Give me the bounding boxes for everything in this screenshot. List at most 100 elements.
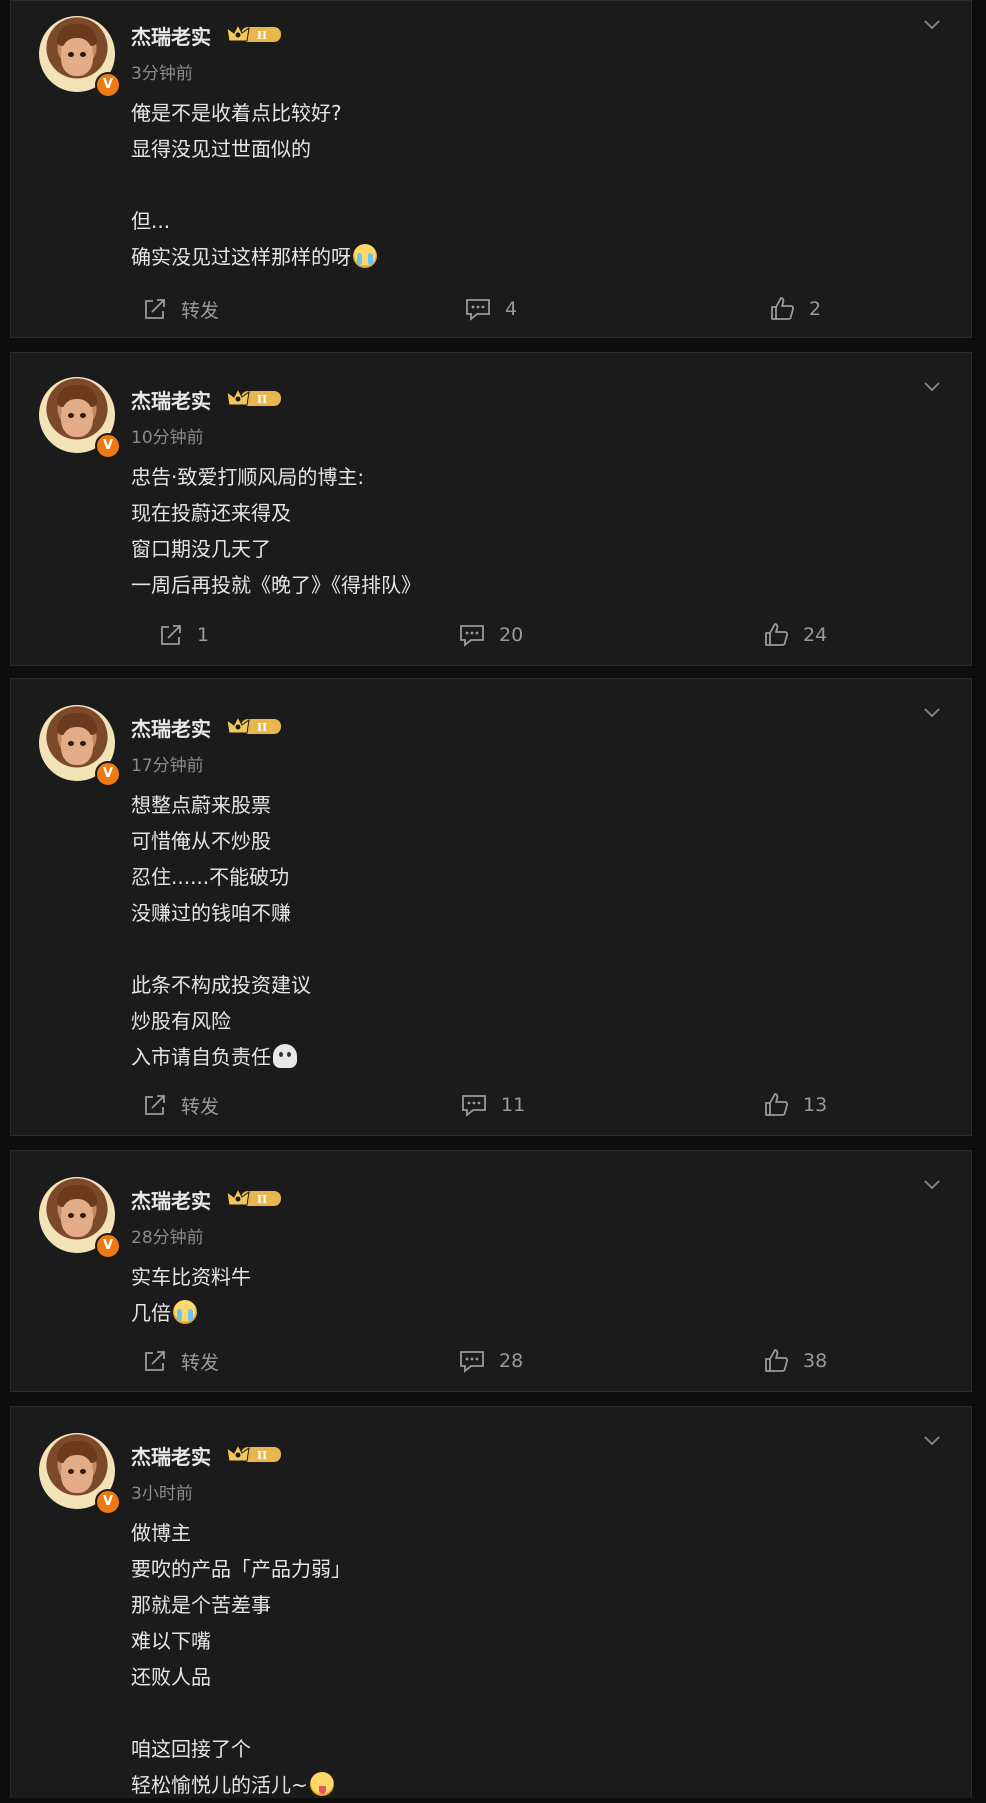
content-line: 窗口期没几天了 xyxy=(131,537,271,561)
svg-text:II: II xyxy=(257,393,267,406)
content-line: 几倍 xyxy=(131,1301,171,1325)
post-card: V 杰瑞老实 II 28分钟前 实车比资料牛 几倍 转发 28 38 xyxy=(10,1150,972,1392)
like-count: 38 xyxy=(803,1350,828,1372)
post-time: 3分钟前 xyxy=(131,64,193,84)
svg-text:II: II xyxy=(257,721,267,734)
post-content: 忠告·致爱打顺风局的博主: 现在投蔚还来得及 窗口期没几天了 一周后再投就《晚了… xyxy=(131,459,421,603)
like-button[interactable]: 2 xyxy=(769,291,821,327)
comment-count: 11 xyxy=(501,1094,526,1116)
chevron-down-icon[interactable] xyxy=(923,377,941,395)
comment-count: 20 xyxy=(499,624,524,646)
action-bar: 转发 4 2 xyxy=(11,291,971,327)
comment-count: 4 xyxy=(505,298,518,320)
repost-button[interactable]: 转发 xyxy=(143,291,219,327)
post-time: 3小时前 xyxy=(131,1484,193,1504)
post-content: 想整点蔚来股票 可惜俺从不炒股 忍住......不能破功 没赚过的钱咱不赚 此条… xyxy=(131,787,311,1075)
crown-level-badge-icon: II xyxy=(226,715,281,734)
like-count: 2 xyxy=(809,298,822,320)
comment-icon xyxy=(466,299,490,321)
post-content: 做博主 要吹的产品「产品力弱」 那就是个苦差事 难以下嘴 还败人品 咱这回接了个… xyxy=(131,1515,351,1803)
content-line: 咱这回接了个 xyxy=(131,1737,251,1761)
content-line: 炒股有风险 xyxy=(131,1009,231,1033)
share-icon xyxy=(145,1095,165,1115)
action-bar: 转发 11 13 xyxy=(11,1087,971,1123)
verified-badge: V xyxy=(95,1233,121,1259)
comment-button[interactable]: 11 xyxy=(461,1087,525,1123)
content-line: 难以下嘴 xyxy=(131,1629,211,1653)
content-line: 入市请自负责任 xyxy=(131,1045,271,1069)
thumbs-up-icon xyxy=(765,623,789,646)
content-line: 现在投蔚还来得及 xyxy=(131,501,291,525)
post-card: V 杰瑞老实 II 17分钟前 想整点蔚来股票 可惜俺从不炒股 忍住......… xyxy=(10,678,972,1136)
content-line: 但... xyxy=(131,209,171,233)
content-line xyxy=(131,167,377,203)
like-button[interactable]: 13 xyxy=(763,1087,827,1123)
comment-icon xyxy=(460,1351,484,1373)
comment-button[interactable]: 20 xyxy=(459,617,523,653)
chevron-down-icon[interactable] xyxy=(923,1175,941,1193)
avatar[interactable]: V xyxy=(39,705,121,787)
content-line xyxy=(131,931,311,967)
thumbs-up-icon xyxy=(771,297,795,320)
like-button[interactable]: 24 xyxy=(763,617,827,653)
post-content: 实车比资料牛 几倍 xyxy=(131,1259,251,1331)
content-line: 想整点蔚来股票 xyxy=(131,793,271,817)
verified-badge: V xyxy=(95,72,121,98)
post-card: V 杰瑞老实 II 10分钟前 忠告·致爱打顺风局的博主: 现在投蔚还来得及 窗… xyxy=(10,352,972,666)
comment-icon xyxy=(462,1095,486,1117)
svg-text:II: II xyxy=(257,29,267,42)
verified-badge: V xyxy=(95,1489,121,1515)
chevron-down-icon[interactable] xyxy=(923,1431,941,1449)
like-count: 13 xyxy=(803,1094,828,1116)
avatar[interactable]: V xyxy=(39,16,121,98)
avatar[interactable]: V xyxy=(39,377,121,459)
post-card: V 杰瑞老实 II 3分钟前 俺是不是收着点比较好? 显得没见过世面似的 但..… xyxy=(10,0,972,338)
comment-button[interactable]: 28 xyxy=(459,1343,523,1379)
content-line: 显得没见过世面似的 xyxy=(131,137,311,161)
repost-count: 1 xyxy=(197,624,210,646)
svg-text:II: II xyxy=(257,1193,267,1206)
like-button[interactable]: 38 xyxy=(763,1343,827,1379)
content-line: 忠告·致爱打顺风局的博主: xyxy=(131,465,365,489)
content-line: 此条不构成投资建议 xyxy=(131,973,311,997)
author-name[interactable]: 杰瑞老实 xyxy=(131,1441,211,1470)
author-name[interactable]: 杰瑞老实 xyxy=(131,385,211,414)
crown-level-badge-icon: II xyxy=(226,387,281,406)
post-time: 28分钟前 xyxy=(131,1228,204,1248)
crying-emoji xyxy=(353,244,377,268)
ghost-emoji xyxy=(273,1044,297,1068)
thumbs-up-icon xyxy=(765,1093,789,1116)
content-line: 可惜俺从不炒股 xyxy=(131,829,271,853)
chevron-down-icon[interactable] xyxy=(923,15,941,33)
repost-label: 转发 xyxy=(181,1351,220,1374)
repost-button[interactable]: 转发 xyxy=(143,1087,219,1123)
avatar[interactable]: V xyxy=(39,1433,121,1515)
repost-button[interactable]: 1 xyxy=(159,617,209,653)
action-bar: 转发 28 38 xyxy=(11,1343,971,1379)
post-content: 俺是不是收着点比较好? 显得没见过世面似的 但... 确实没见过这样那样的呀 xyxy=(131,95,377,275)
share-icon xyxy=(145,1351,165,1371)
comment-count: 28 xyxy=(499,1350,524,1372)
chevron-down-icon[interactable] xyxy=(923,703,941,721)
crown-level-badge-icon: II xyxy=(226,1187,281,1206)
avatar[interactable]: V xyxy=(39,1177,121,1259)
content-line: 还败人品 xyxy=(131,1665,211,1689)
content-line: 轻松愉悦儿的活儿~ xyxy=(131,1773,308,1797)
content-line: 确实没见过这样那样的呀 xyxy=(131,245,351,269)
content-line: 做博主 xyxy=(131,1521,191,1545)
author-name[interactable]: 杰瑞老实 xyxy=(131,1185,211,1214)
crown-level-badge-icon: II xyxy=(226,1443,281,1462)
post-card: V 杰瑞老实 II 3小时前 做博主 要吹的产品「产品力弱」 那就是个苦差事 难… xyxy=(10,1406,972,1798)
comment-icon xyxy=(460,625,484,647)
repost-label: 转发 xyxy=(181,299,220,322)
svg-text:II: II xyxy=(257,1449,267,1462)
content-line: 俺是不是收着点比较好? xyxy=(131,101,342,125)
repost-button[interactable]: 转发 xyxy=(143,1343,219,1379)
author-name[interactable]: 杰瑞老实 xyxy=(131,713,211,742)
author-name[interactable]: 杰瑞老实 xyxy=(131,21,211,50)
comment-button[interactable]: 4 xyxy=(465,291,517,327)
content-line: 一周后再投就《晚了》《得排队》 xyxy=(131,573,421,597)
content-line: 实车比资料牛 xyxy=(131,1265,251,1289)
crown-level-badge-icon: II xyxy=(226,23,281,42)
tongue-out-emoji xyxy=(309,1772,334,1796)
